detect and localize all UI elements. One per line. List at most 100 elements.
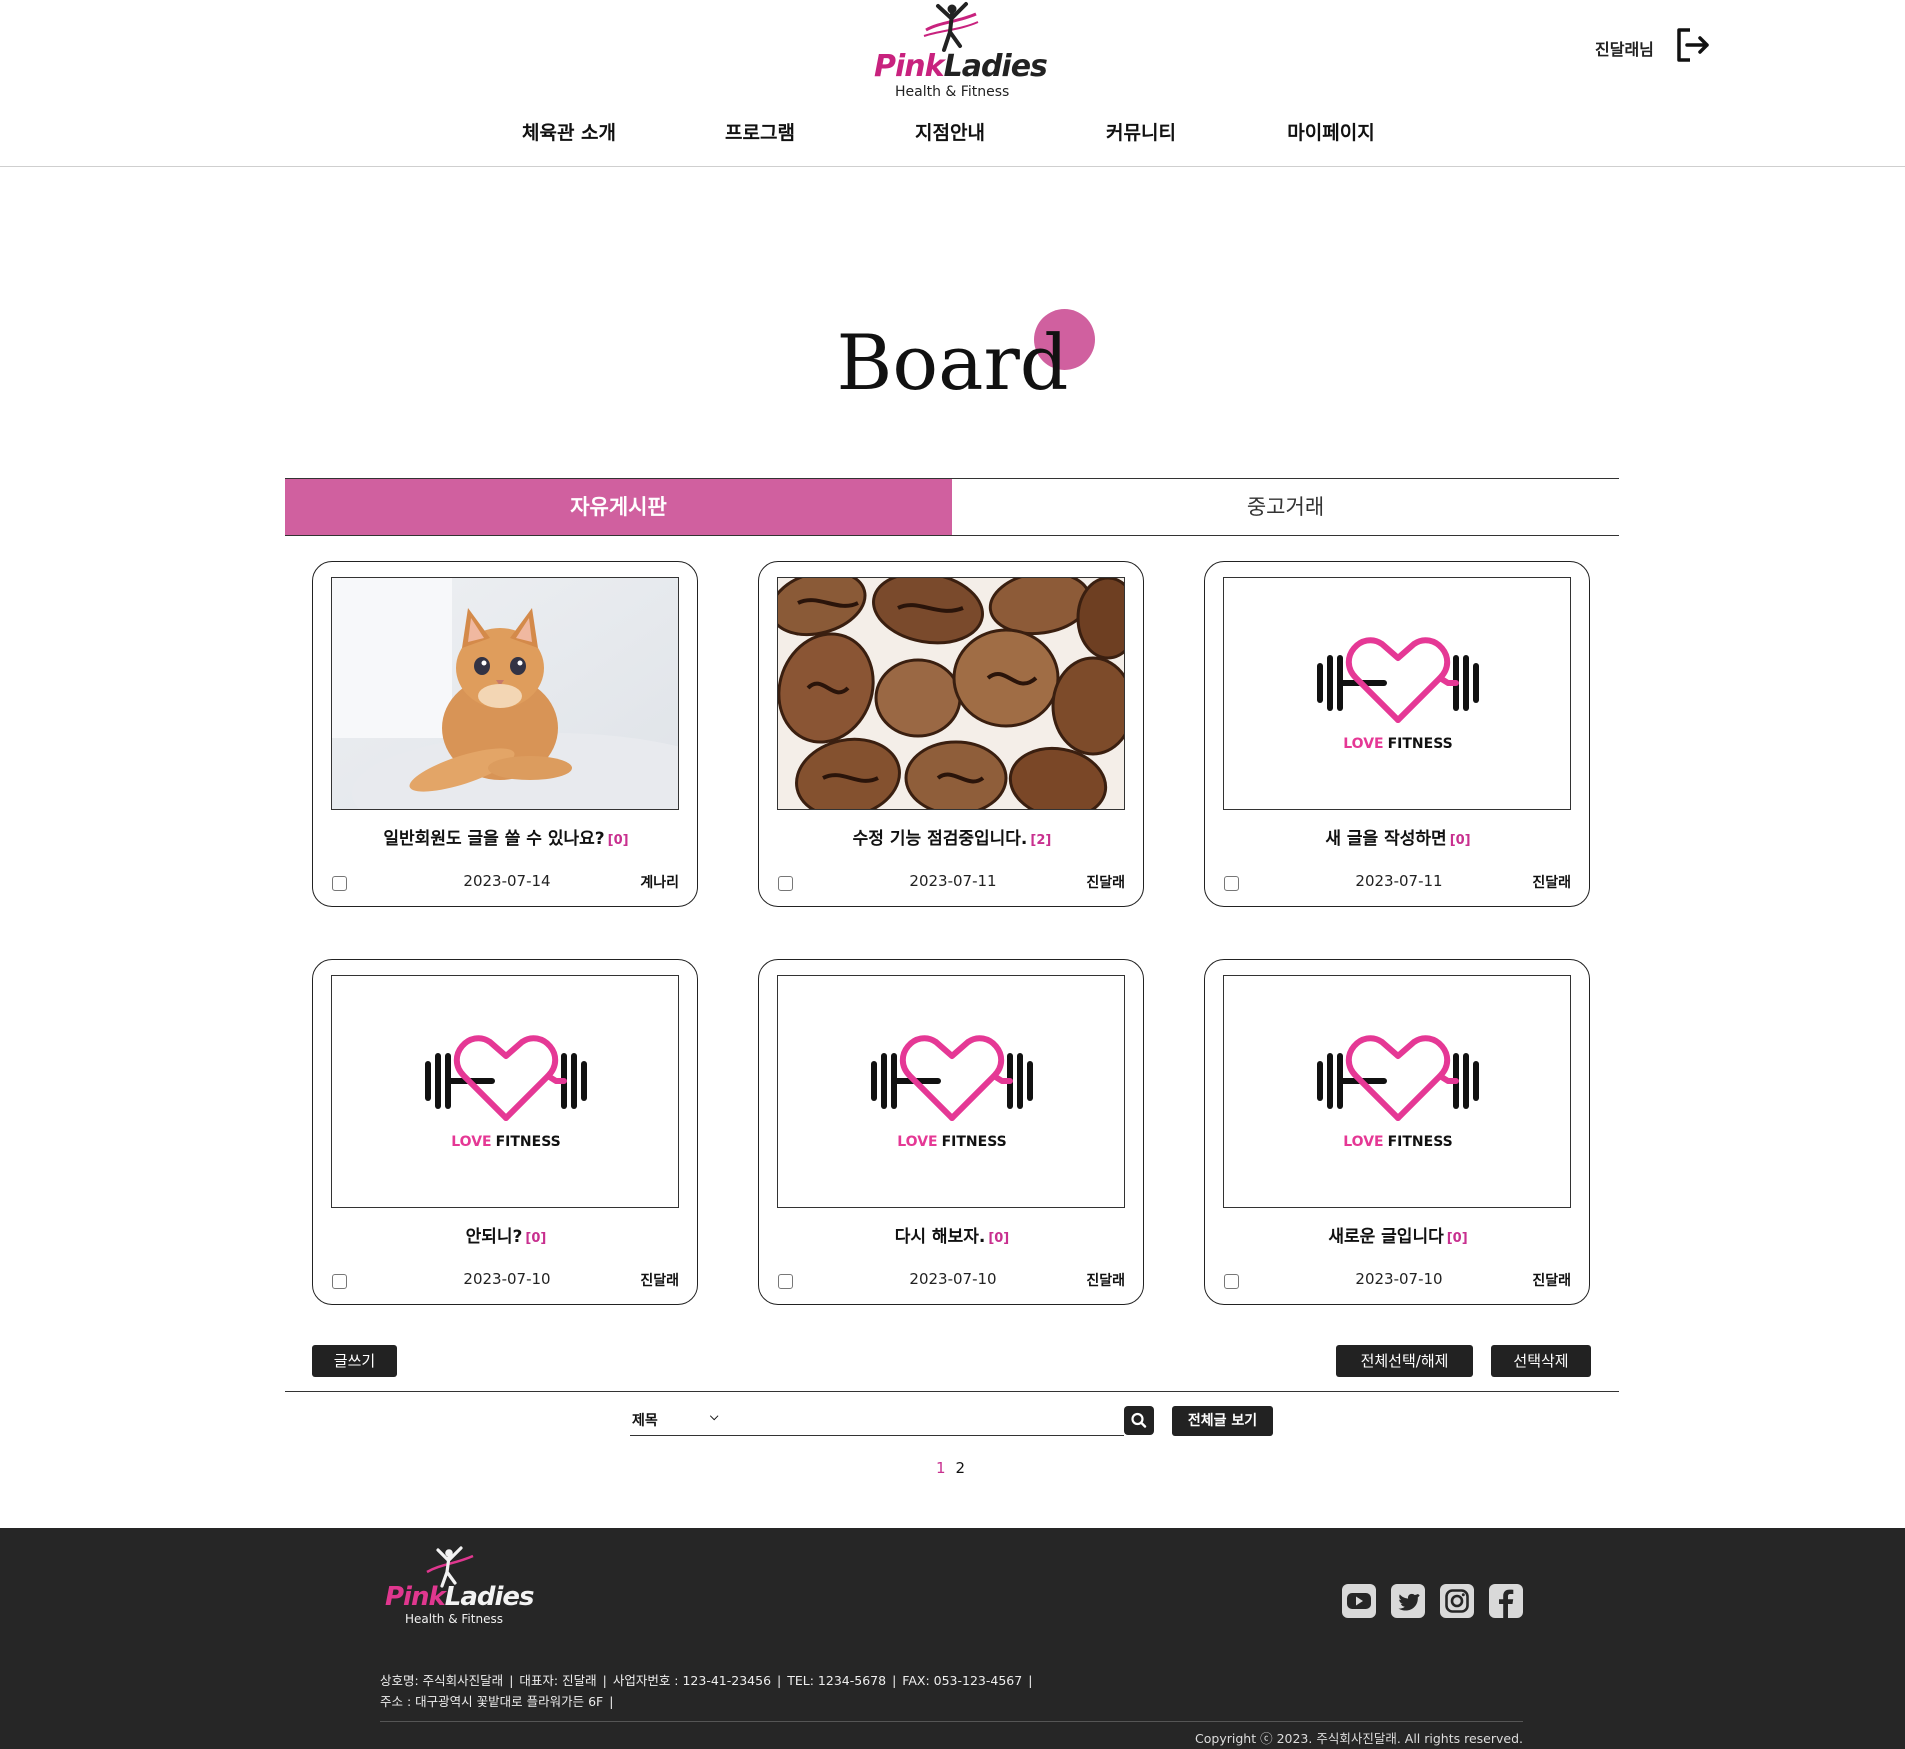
section-divider — [285, 1391, 1619, 1392]
logout-icon[interactable] — [1674, 26, 1712, 64]
comment-count: [0] — [525, 1231, 547, 1246]
logo-fitness-text: FITNESS — [1388, 1134, 1453, 1150]
twitter-icon[interactable] — [1390, 1583, 1426, 1619]
post-select-checkbox[interactable] — [778, 1274, 793, 1289]
post-card[interactable]: LOVE FITNESS 안되니? [0] 2023-07-10 진달래 — [312, 959, 698, 1305]
post-date: 2023-07-11 — [1355, 872, 1443, 890]
post-title[interactable]: 일반회원도 글을 쓸 수 있나요? [0] — [313, 824, 699, 849]
post-select-checkbox[interactable] — [332, 876, 347, 891]
post-author: 진달래 — [1532, 1273, 1571, 1289]
nav-item-community[interactable]: 커뮤니티 — [1046, 118, 1236, 145]
search-bar: 제목 ⌵ — [630, 1404, 1124, 1436]
footer-logo-tagline: Health & Fitness — [405, 1612, 503, 1626]
post-author: 진달래 — [1086, 1273, 1125, 1289]
love-fitness-logo-icon: LOVE FITNESS — [1317, 637, 1479, 752]
logo-love-text: LOVE — [1343, 736, 1383, 752]
youtube-icon[interactable] — [1341, 1583, 1377, 1619]
main-nav: 체육관 소개 프로그램 지점안내 커뮤니티 마이페이지 — [0, 118, 1905, 152]
post-thumbnail[interactable] — [777, 577, 1125, 810]
site-logo[interactable]: PinkLadies Health & Fitness — [868, 0, 1048, 104]
post-date: 2023-07-10 — [463, 1270, 551, 1288]
logo-fitness-text: FITNESS — [942, 1134, 1007, 1150]
logo-tagline: Health & Fitness — [895, 84, 1010, 100]
post-thumbnail[interactable] — [331, 577, 679, 810]
post-author: 진달래 — [640, 1273, 679, 1289]
post-date: 2023-07-14 — [463, 872, 551, 890]
copyright-text: Copyright ⓒ 2023. 주식회사진달래. All rights re… — [1195, 1731, 1523, 1746]
post-title[interactable]: 새 글을 작성하면 [0] — [1205, 824, 1591, 849]
search-button[interactable] — [1124, 1406, 1154, 1435]
footer-logo-wordmark: PinkLadies — [385, 1582, 535, 1612]
svg-text:LOVEFITNESS: LOVE FITNESS — [1343, 736, 1453, 752]
post-thumbnail[interactable]: LOVE FITNESS — [1223, 577, 1571, 810]
post-date: 2023-07-10 — [909, 1270, 997, 1288]
company-info: 상호명: 주식회사진달래 | 대표자: 진달래 | 사업자번호 : 123-41-234… — [380, 1670, 1038, 1712]
footer-divider — [380, 1721, 1523, 1722]
post-thumbnail[interactable]: LOVE FITNESS — [331, 975, 679, 1208]
facebook-icon[interactable] — [1488, 1583, 1524, 1619]
nav-item-mypage[interactable]: 마이페이지 — [1236, 118, 1426, 145]
comment-count: [2] — [1030, 833, 1052, 848]
coffee-beans-photo — [778, 578, 1124, 809]
user-name: 진달래님 — [1595, 40, 1654, 59]
post-date: 2023-07-11 — [909, 872, 997, 890]
delete-selected-button[interactable]: 선택삭제 — [1491, 1345, 1591, 1377]
site-header: PinkLadies Health & Fitness 진달래님 체육관 소개 … — [0, 0, 1905, 167]
post-author: 계나리 — [640, 875, 679, 891]
logo-fitness-text: FITNESS — [1388, 736, 1453, 752]
write-button[interactable]: 글쓰기 — [312, 1345, 397, 1377]
post-thumbnail[interactable]: LOVE FITNESS — [1223, 975, 1571, 1208]
love-fitness-logo-icon: LOVE FITNESS — [425, 1035, 587, 1150]
page-title: Board — [836, 318, 1069, 407]
post-card[interactable]: LOVE FITNESS 새로운 글입니다 [0] 2023-07-10 진달래 — [1204, 959, 1590, 1305]
love-fitness-logo-icon: LOVE FITNESS — [871, 1035, 1033, 1150]
logo-love-text: LOVE — [897, 1134, 937, 1150]
search-input[interactable] — [740, 1408, 1120, 1432]
post-select-checkbox[interactable] — [1224, 1274, 1239, 1289]
post-thumbnail[interactable]: LOVE FITNESS — [777, 975, 1125, 1208]
footer-logo[interactable]: PinkLadies Health & Fitness — [385, 1546, 535, 1640]
post-select-checkbox[interactable] — [1224, 876, 1239, 891]
post-card[interactable]: 수정 기능 점검중입니다. [2] 2023-07-11 진달래 — [758, 561, 1144, 907]
post-select-checkbox[interactable] — [332, 1274, 347, 1289]
svg-text:LOVEFITNESS: LOVE FITNESS — [451, 1134, 561, 1150]
post-author: 진달래 — [1086, 875, 1125, 891]
logo-wordmark: PinkLadies — [874, 49, 1048, 84]
post-card[interactable]: LOVE FITNESS 새 글을 작성하면 [0] 2023-07-11 진달래 — [1204, 561, 1590, 907]
page-link-1[interactable]: 1 — [936, 1459, 946, 1477]
select-all-button[interactable]: 전체선택/해제 — [1336, 1345, 1473, 1377]
post-date: 2023-07-10 — [1355, 1270, 1443, 1288]
post-title[interactable]: 수정 기능 점검중입니다. [2] — [759, 824, 1145, 849]
post-card[interactable]: LOVE FITNESS 다시 해보자. [0] 2023-07-10 진달래 — [758, 959, 1144, 1305]
page-link-2[interactable]: 2 — [956, 1459, 966, 1477]
nav-item-program[interactable]: 프로그램 — [665, 118, 855, 145]
comment-count: [0] — [988, 1231, 1010, 1246]
comment-count: [0] — [1446, 1231, 1468, 1246]
post-author: 진달래 — [1532, 875, 1571, 891]
dancer-figure-icon — [923, 2, 979, 52]
nav-item-branches[interactable]: 지점안내 — [855, 118, 1045, 145]
svg-text:LOVEFITNESS: LOVE FITNESS — [897, 1134, 1007, 1150]
pagination: 12 — [936, 1459, 975, 1477]
post-title[interactable]: 다시 해보자. [0] — [759, 1222, 1145, 1247]
logo-love-text: LOVE — [1343, 1134, 1383, 1150]
logo-love-text: LOVE — [451, 1134, 491, 1150]
kitten-photo — [332, 578, 678, 809]
comment-count: [0] — [1449, 833, 1471, 848]
post-card[interactable]: 일반회원도 글을 쓸 수 있나요? [0] 2023-07-14 계나리 — [312, 561, 698, 907]
love-fitness-logo-icon: LOVE FITNESS — [1317, 1035, 1479, 1150]
site-footer: PinkLadies Health & Fitness 상호명: 주식회사진달래… — [0, 1528, 1905, 1749]
tab-used-trade[interactable]: 중고거래 — [952, 479, 1619, 535]
post-title[interactable]: 안되니? [0] — [313, 1222, 699, 1247]
chevron-down-icon: ⌵ — [710, 1410, 719, 1423]
board-tabs: 자유게시판 중고거래 — [285, 478, 1619, 536]
post-title[interactable]: 새로운 글입니다 [0] — [1205, 1222, 1591, 1247]
search-icon — [1131, 1412, 1147, 1428]
company-info-line: 상호명: 주식회사진달래 | 대표자: 진달래 | 사업자번호 : 123-41-234… — [380, 1673, 1033, 1688]
tab-free-board[interactable]: 자유게시판 — [285, 479, 952, 535]
instagram-icon[interactable] — [1439, 1583, 1475, 1619]
post-select-checkbox[interactable] — [778, 876, 793, 891]
nav-item-gym-intro[interactable]: 체육관 소개 — [474, 118, 664, 145]
view-all-posts-button[interactable]: 전체글 보기 — [1172, 1406, 1273, 1436]
search-field-select[interactable]: 제목 ⌵ — [632, 1410, 727, 1430]
